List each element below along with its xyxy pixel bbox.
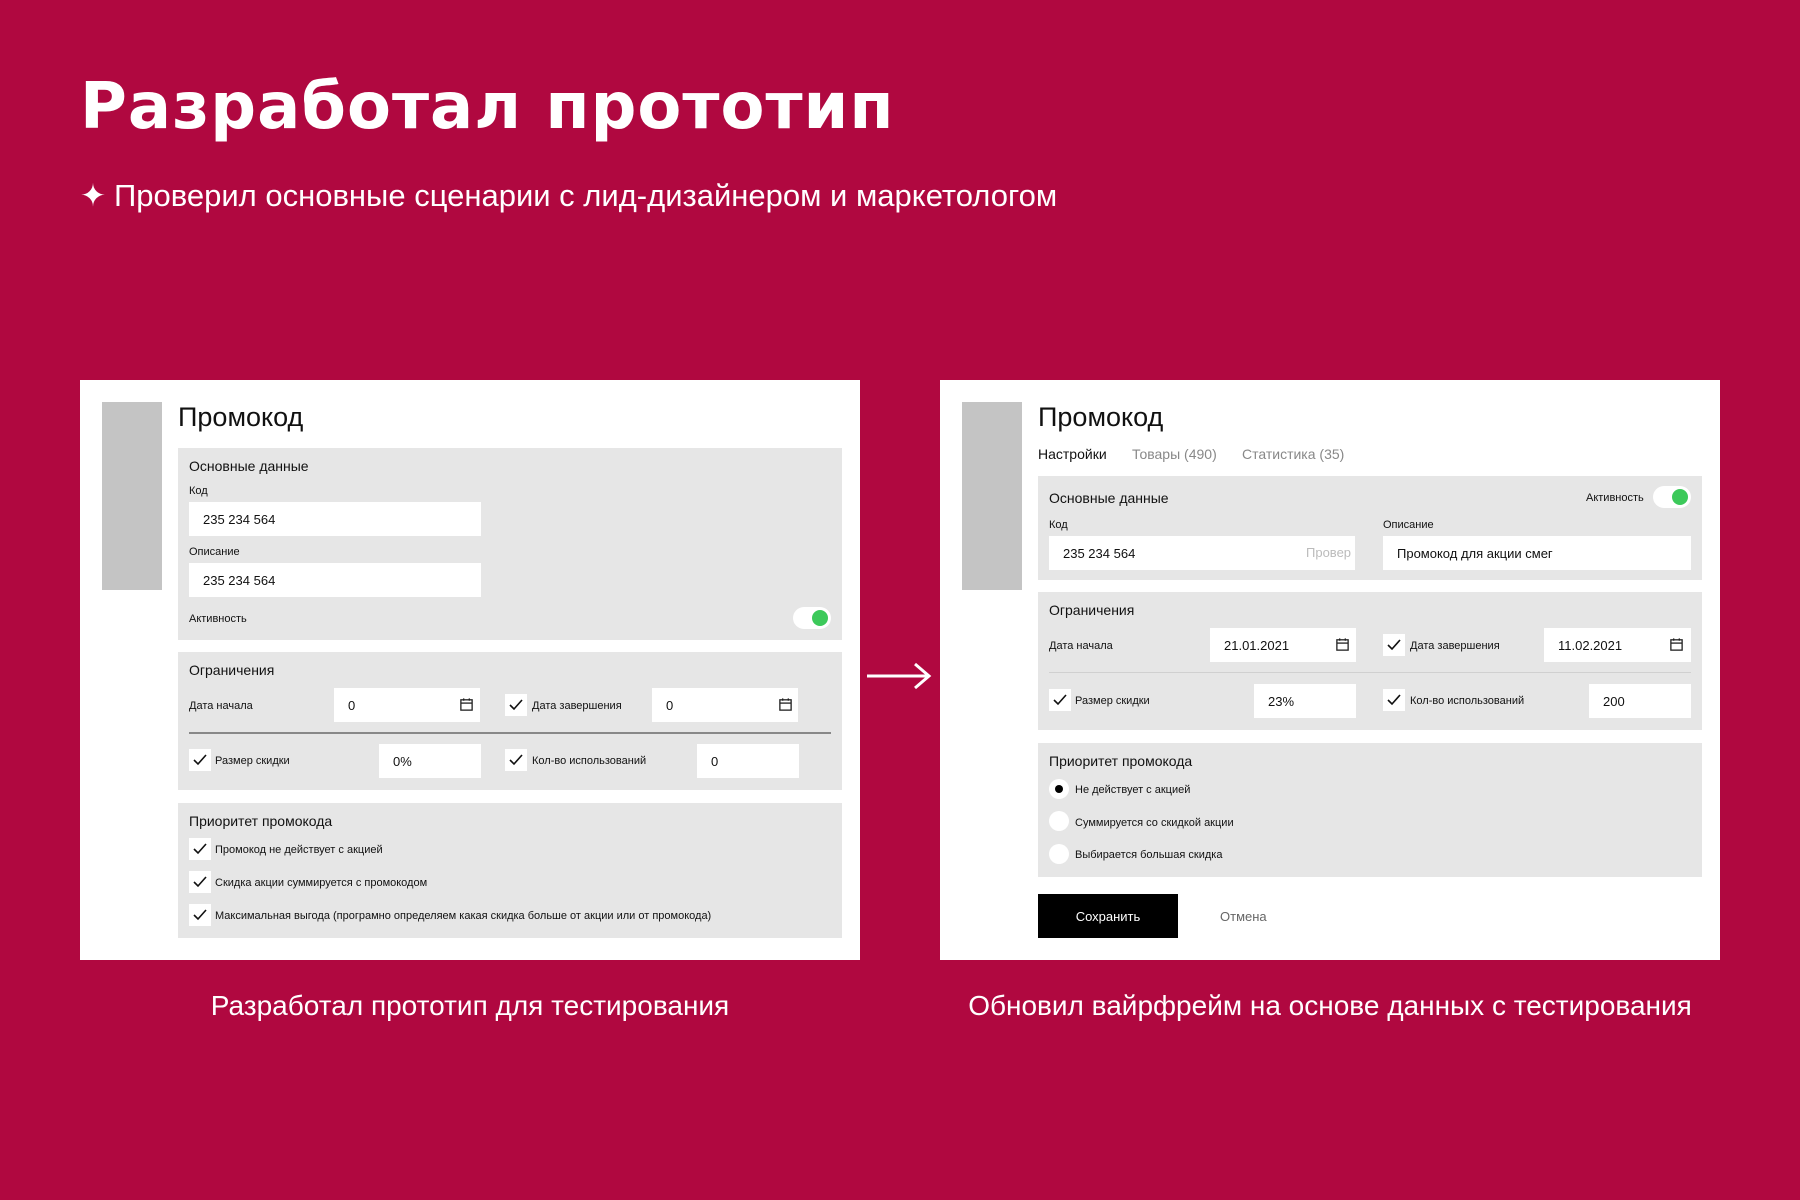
active-toggle[interactable] <box>793 607 831 629</box>
section-heading: Ограничения <box>189 662 275 678</box>
code-label: Код <box>189 485 208 497</box>
priority-option-label: Суммируется со скидкой акции <box>1075 817 1234 829</box>
priority-option-checkbox[interactable] <box>189 838 211 860</box>
end-date-checkbox[interactable] <box>505 694 527 716</box>
page-title: Разработал прототип <box>80 70 895 144</box>
divider <box>189 732 831 734</box>
code-input[interactable]: 235 234 564 <box>189 502 481 536</box>
priority-option-checkbox[interactable] <box>189 871 211 893</box>
check-icon <box>509 699 523 711</box>
subtitle-text: Проверил основные сценарии с лид-дизайне… <box>113 178 1058 213</box>
code-hint: Провер <box>1306 545 1352 560</box>
priority-option-label: Не действует с акцией <box>1075 784 1191 796</box>
section-heading: Основные данные <box>189 458 309 474</box>
check-icon <box>193 843 207 855</box>
priority-option-label: Максимальная выгода (програмно определяе… <box>215 910 712 922</box>
limits-section: Ограничения Дата начала 21.01.2021 Дата … <box>1038 592 1702 730</box>
priority-radio[interactable] <box>1049 844 1069 864</box>
discount-label: Размер скидки <box>1075 695 1150 707</box>
check-icon <box>1387 694 1401 706</box>
end-date-input[interactable]: 0 <box>652 688 798 722</box>
sidebar-placeholder <box>962 402 1022 590</box>
sidebar-placeholder <box>102 402 162 590</box>
end-date-label: Дата завершения <box>1410 640 1500 652</box>
tab-settings[interactable]: Настройки <box>1038 446 1107 462</box>
priority-option-label: Скидка акции суммируется с промокодом <box>215 877 428 889</box>
discount-checkbox[interactable] <box>1049 689 1071 711</box>
basic-section: Основные данные Код 235 234 564 Описание… <box>178 448 842 640</box>
calendar-icon[interactable] <box>459 697 474 712</box>
caption-prototype: Разработал прототип для тестирования <box>210 990 730 1021</box>
priority-radio[interactable] <box>1049 811 1069 831</box>
star-icon: ✦ <box>80 178 106 213</box>
discount-label: Размер скидки <box>215 755 290 767</box>
section-heading: Приоритет промокода <box>189 813 333 829</box>
check-icon <box>1053 694 1067 706</box>
basic-section: Основные данные Активность Код 235 234 5… <box>1038 476 1702 580</box>
description-input[interactable]: Промокод для акции смег <box>1383 536 1691 570</box>
check-icon <box>193 909 207 921</box>
uses-checkbox[interactable] <box>1383 689 1405 711</box>
discount-checkbox[interactable] <box>189 749 211 771</box>
limits-section: Ограничения Дата начала 0 Дата завершени… <box>178 652 842 790</box>
section-heading: Ограничения <box>1049 602 1135 618</box>
priority-radio-selected[interactable] <box>1049 779 1069 799</box>
end-date-label: Дата завершения <box>532 700 622 712</box>
caption-wireframe: Обновил вайрфрейм на основе данных с тес… <box>968 990 1692 1021</box>
uses-checkbox[interactable] <box>505 749 527 771</box>
priority-option-label: Выбирается большая скидка <box>1075 849 1223 861</box>
start-date-label: Дата начала <box>189 700 253 712</box>
divider <box>1049 672 1691 673</box>
tab-statistics[interactable]: Статистика (35) <box>1242 446 1344 462</box>
check-icon <box>509 754 523 766</box>
cancel-button[interactable]: Отмена <box>1220 909 1267 924</box>
priority-option-label: Промокод не действует с акцией <box>215 844 383 856</box>
priority-section: Приоритет промокода Не действует с акцие… <box>1038 743 1702 877</box>
check-icon <box>193 876 207 888</box>
uses-label: Кол-во использований <box>1410 695 1525 707</box>
calendar-icon[interactable] <box>1335 637 1350 652</box>
description-label: Описание <box>1383 519 1434 531</box>
uses-input[interactable]: 0 <box>697 744 799 778</box>
panel-title: Промокод <box>1038 402 1164 432</box>
priority-option-checkbox[interactable] <box>189 904 211 926</box>
section-heading: Приоритет промокода <box>1049 753 1193 769</box>
uses-input[interactable]: 200 <box>1589 684 1691 718</box>
wireframe-panel: Промокод Настройки Товары (490) Статисти… <box>940 380 1720 960</box>
description-label: Описание <box>189 546 240 558</box>
start-date-label: Дата начала <box>1049 640 1113 652</box>
active-label: Активность <box>189 613 247 625</box>
calendar-icon[interactable] <box>1669 637 1684 652</box>
section-heading: Основные данные <box>1049 490 1169 506</box>
priority-section: Приоритет промокода Промокод не действуе… <box>178 803 842 938</box>
prototype-panel: Промокод Основные данные Код 235 234 564… <box>80 380 860 960</box>
calendar-icon[interactable] <box>778 697 793 712</box>
discount-input[interactable]: 23% <box>1254 684 1356 718</box>
uses-label: Кол-во использований <box>532 755 647 767</box>
discount-input[interactable]: 0% <box>379 744 481 778</box>
active-toggle[interactable] <box>1653 486 1691 508</box>
arrow-right-icon <box>867 662 932 690</box>
tab-products[interactable]: Товары (490) <box>1132 446 1217 462</box>
active-label: Активность <box>1586 492 1644 504</box>
page-subtitle: ✦ Проверил основные сценарии с лид-дизайн… <box>80 178 1057 214</box>
description-input[interactable]: 235 234 564 <box>189 563 481 597</box>
code-label: Код <box>1049 519 1068 531</box>
save-button[interactable]: Сохранить <box>1038 894 1178 938</box>
check-icon <box>1387 639 1401 651</box>
end-date-checkbox[interactable] <box>1383 634 1405 656</box>
panel-title: Промокод <box>178 402 304 432</box>
check-icon <box>193 754 207 766</box>
